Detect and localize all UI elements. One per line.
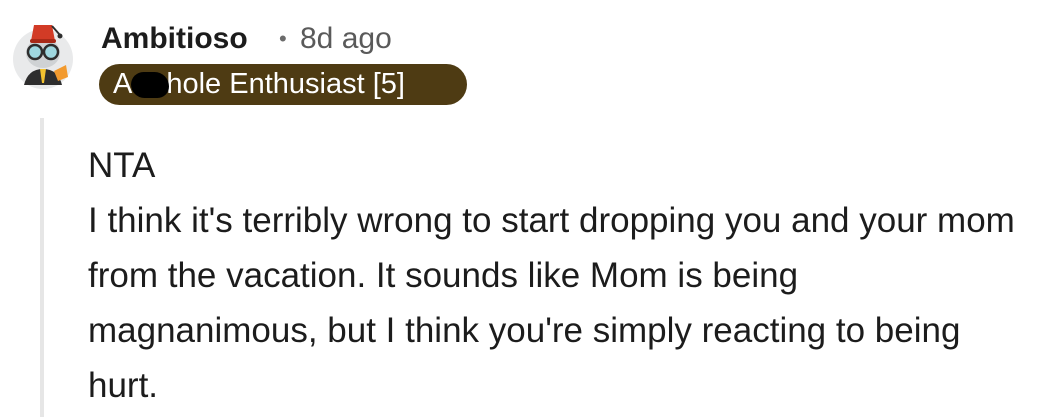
user-flair: Ahole Enthusiast [5] (99, 64, 467, 105)
comment-body: NTA I think it's terribly wrong to start… (88, 138, 1028, 413)
flair-text-prefix: A (113, 68, 133, 100)
comment-body-line: I think it's terribly wrong to start dro… (88, 201, 1015, 405)
comment-timestamp: 8d ago (300, 22, 392, 55)
user-avatar[interactable] (10, 19, 76, 89)
meta-separator: • (279, 26, 287, 51)
redaction-mark (131, 72, 169, 98)
fez-hat-avatar-icon (13, 25, 73, 89)
comment-body-line: NTA (88, 146, 156, 185)
thread-collapse-line[interactable] (40, 118, 44, 417)
flair-text-suffix: hole Enthusiast [5] (166, 68, 405, 100)
comment-author[interactable]: Ambitioso (101, 22, 248, 56)
